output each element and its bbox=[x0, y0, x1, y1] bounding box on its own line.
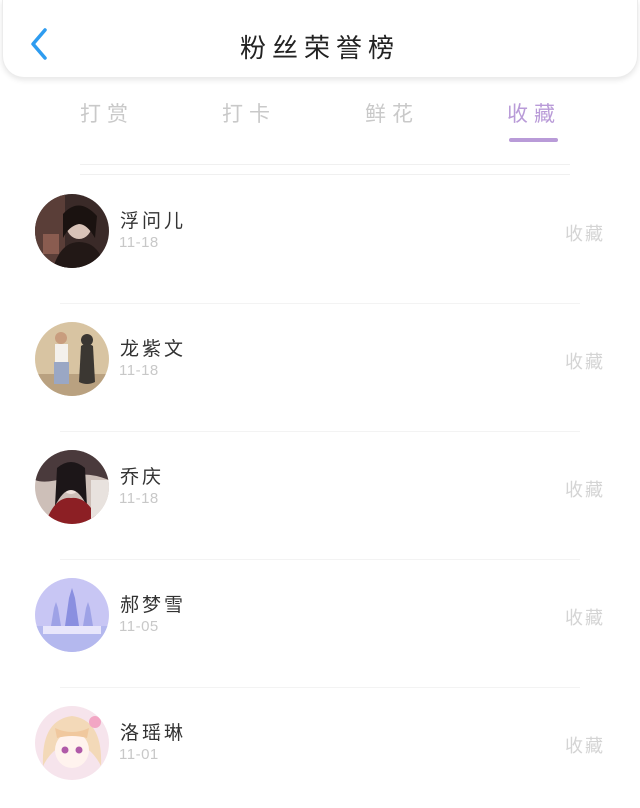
page-title: 粉丝荣誉榜 bbox=[239, 34, 400, 64]
action-label: 收藏 bbox=[565, 224, 605, 245]
avatar[interactable] bbox=[35, 322, 109, 396]
action-label: 收藏 bbox=[565, 608, 605, 629]
tab-checkin[interactable]: 打卡 bbox=[194, 98, 304, 128]
tab-bar: 打赏 打卡 鲜花 收藏 bbox=[0, 92, 640, 150]
fan-name: 洛瑶琳 bbox=[120, 722, 187, 744]
fan-name: 龙紫文 bbox=[120, 338, 187, 360]
fan-name: 郝梦雪 bbox=[120, 594, 187, 616]
divider bbox=[80, 174, 570, 175]
list-item[interactable]: 浮问儿 11-18 收藏 bbox=[0, 176, 640, 304]
fan-date: 11-18 bbox=[119, 234, 159, 251]
action-label: 收藏 bbox=[565, 480, 605, 501]
list-item[interactable]: 郝梦雪 11-05 收藏 bbox=[0, 560, 640, 688]
fan-name: 乔庆 bbox=[120, 466, 165, 488]
fan-list: 浮问儿 11-18 收藏 龙紫文 11-18 收藏 乔庆 11-18 收藏 郝梦… bbox=[0, 176, 640, 808]
avatar[interactable] bbox=[35, 194, 109, 268]
divider bbox=[80, 164, 570, 165]
active-tab-indicator bbox=[509, 138, 558, 142]
action-label: 收藏 bbox=[565, 736, 605, 757]
list-item[interactable]: 龙紫文 11-18 收藏 bbox=[0, 304, 640, 432]
fan-date: 11-18 bbox=[119, 490, 159, 507]
header-bar: 粉丝荣誉榜 bbox=[2, 0, 638, 78]
list-item[interactable]: 洛瑶琳 11-01 收藏 bbox=[0, 688, 640, 808]
avatar[interactable] bbox=[35, 706, 109, 780]
fan-date: 11-05 bbox=[119, 618, 159, 635]
tab-favorites[interactable]: 收藏 bbox=[479, 98, 589, 128]
tab-reward[interactable]: 打赏 bbox=[52, 98, 162, 128]
fan-date: 11-18 bbox=[119, 362, 159, 379]
avatar[interactable] bbox=[35, 450, 109, 524]
avatar[interactable] bbox=[35, 578, 109, 652]
tab-flowers[interactable]: 鲜花 bbox=[337, 98, 447, 128]
list-item[interactable]: 乔庆 11-18 收藏 bbox=[0, 432, 640, 560]
action-label: 收藏 bbox=[565, 352, 605, 373]
fan-date: 11-01 bbox=[119, 746, 159, 763]
fan-name: 浮问儿 bbox=[120, 210, 187, 232]
